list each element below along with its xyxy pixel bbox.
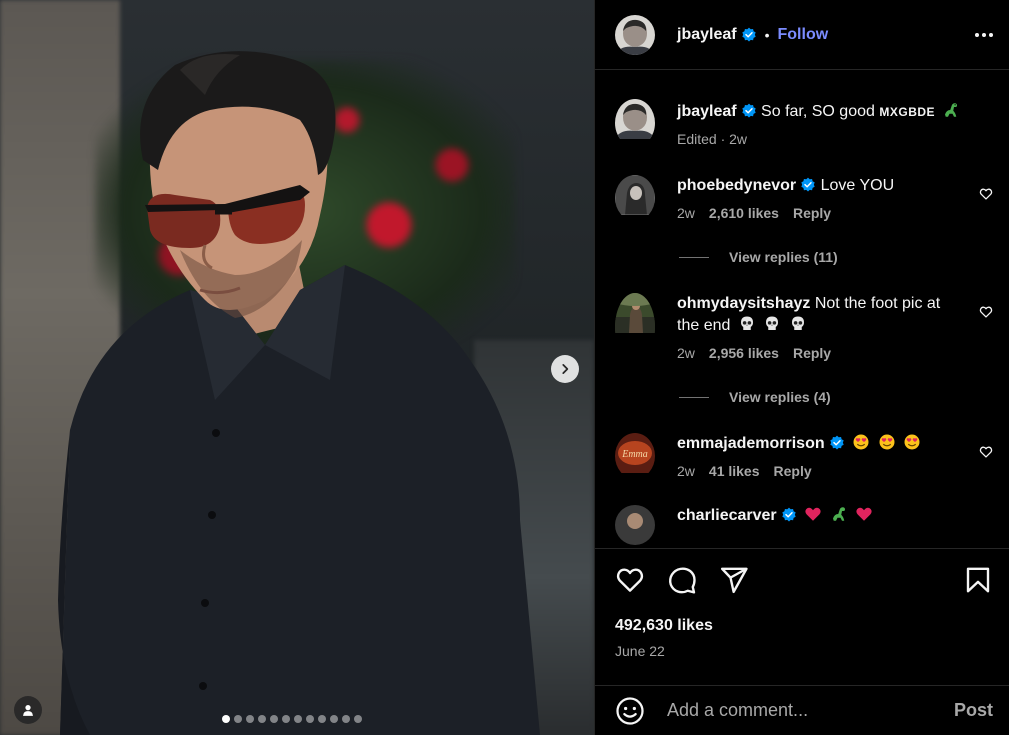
comment-age: 2w: [677, 463, 695, 479]
comment-likes[interactable]: 41 likes: [709, 463, 760, 479]
verified-badge-icon: [781, 507, 796, 522]
verified-badge-icon: [829, 435, 844, 450]
post-actions: 492,630 likes June 22: [595, 548, 1009, 659]
replies-divider: [679, 256, 709, 258]
heart-icon[interactable]: [615, 565, 645, 595]
comment-input[interactable]: [667, 700, 954, 721]
author-avatar[interactable]: [615, 14, 655, 55]
header-separator: •: [764, 26, 770, 43]
dinosaur-emoji-icon: [832, 507, 845, 521]
comment-item: phoebedynevor Love YOU 2w 2,610 likes Re…: [615, 175, 993, 221]
carousel-dot: [258, 715, 266, 723]
caption-author-avatar[interactable]: [615, 99, 655, 147]
carousel-dot: [246, 715, 254, 723]
add-comment-bar: Post: [595, 685, 1009, 735]
commenter-avatar[interactable]: [615, 293, 655, 361]
post-header: jbayleaf • Follow: [595, 0, 1009, 70]
carousel-dot: [342, 715, 350, 723]
comment-item: charliecarver: [615, 505, 993, 545]
carousel-dot: [318, 715, 326, 723]
commenter-username[interactable]: emmajademorrison: [677, 435, 825, 452]
carousel-indicator: [222, 715, 362, 723]
comment-like-heart-icon[interactable]: [979, 187, 993, 201]
commenter-avatar[interactable]: Emma: [615, 433, 655, 479]
skull-emoji-icon: [791, 316, 804, 330]
carousel-dot: [234, 715, 242, 723]
reply-button[interactable]: Reply: [774, 463, 812, 479]
heart-eyes-emoji-icon: [853, 434, 869, 450]
caption-edited-label: Edited · 2w: [677, 131, 748, 147]
heart-eyes-emoji-icon: [879, 434, 895, 450]
reply-button[interactable]: Reply: [793, 345, 831, 361]
view-replies-button[interactable]: View replies (4): [679, 389, 993, 405]
comment-item: ohmydaysitshayz Not the foot pic at the …: [615, 293, 993, 361]
carousel-dot: [306, 715, 314, 723]
commenter-username[interactable]: phoebedynevor: [677, 177, 796, 194]
view-replies-label: View replies (4): [729, 389, 831, 405]
comment-age: 2w: [677, 205, 695, 221]
verified-badge-icon: [741, 27, 756, 42]
carousel-dot: [222, 715, 230, 723]
post-side-panel: jbayleaf • Follow jbayleaf So far, SO go…: [594, 0, 1009, 735]
skull-emoji-icon: [740, 316, 753, 330]
comment-like-heart-icon[interactable]: [979, 305, 993, 319]
share-icon[interactable]: [719, 565, 749, 595]
tagged-users-button[interactable]: [14, 696, 42, 724]
caption-username[interactable]: jbayleaf: [677, 103, 737, 120]
commenter-avatar[interactable]: [615, 175, 655, 221]
follow-button[interactable]: Follow: [778, 26, 829, 44]
commenter-username[interactable]: charliecarver: [677, 507, 777, 524]
red-heart-emoji-icon: [805, 507, 821, 521]
post-date: June 22: [615, 643, 665, 659]
view-replies-button[interactable]: View replies (11): [679, 249, 993, 265]
commenter-username[interactable]: ohmydaysitshayz: [677, 295, 810, 312]
carousel-dot: [354, 715, 362, 723]
caption: jbayleaf So far, SO good MXGBDE Edited ·…: [615, 99, 993, 147]
comment-likes[interactable]: 2,610 likes: [709, 205, 779, 221]
commenter-avatar[interactable]: [615, 505, 655, 545]
carousel-dot: [330, 715, 338, 723]
user-tag-icon: [23, 705, 33, 716]
reply-button[interactable]: Reply: [793, 205, 831, 221]
skull-emoji-icon: [766, 316, 779, 330]
carousel-dot: [270, 715, 278, 723]
next-slide-button[interactable]: [551, 355, 579, 383]
view-replies-label: View replies (11): [729, 249, 838, 265]
verified-badge-icon: [801, 177, 815, 192]
verified-badge-icon: [741, 103, 756, 118]
more-options-icon[interactable]: [975, 32, 993, 37]
heart-eyes-emoji-icon: [904, 434, 920, 450]
dinosaur-emoji-icon: [945, 103, 958, 117]
comment-icon[interactable]: [667, 565, 697, 595]
comment-likes[interactable]: 2,956 likes: [709, 345, 779, 361]
caption-text: So far, SO good: [761, 103, 875, 120]
comment-text: Love YOU: [820, 177, 895, 194]
comment-like-heart-icon[interactable]: [979, 445, 993, 459]
emoji-icon[interactable]: [615, 696, 645, 726]
comments-list[interactable]: jbayleaf So far, SO good MXGBDE Edited ·…: [595, 71, 1009, 546]
photo-subject: [58, 51, 540, 735]
carousel-dot: [294, 715, 302, 723]
bookmark-icon[interactable]: [963, 565, 993, 595]
comment-item: Emma emmajademorrison 2w 41 likes Reply: [615, 433, 993, 479]
post-photo[interactable]: [0, 0, 594, 735]
comment-age: 2w: [677, 345, 695, 361]
post-likes-count[interactable]: 492,630 likes: [615, 617, 993, 635]
author-username[interactable]: jbayleaf: [677, 26, 737, 44]
caption-tag: MXGBDE: [879, 105, 936, 119]
svg-text:Emma: Emma: [621, 449, 648, 460]
carousel-dot: [282, 715, 290, 723]
replies-divider: [679, 396, 709, 398]
red-heart-emoji-icon: [856, 507, 872, 521]
post-comment-button[interactable]: Post: [954, 700, 993, 721]
chevron-right-icon: [562, 364, 569, 374]
